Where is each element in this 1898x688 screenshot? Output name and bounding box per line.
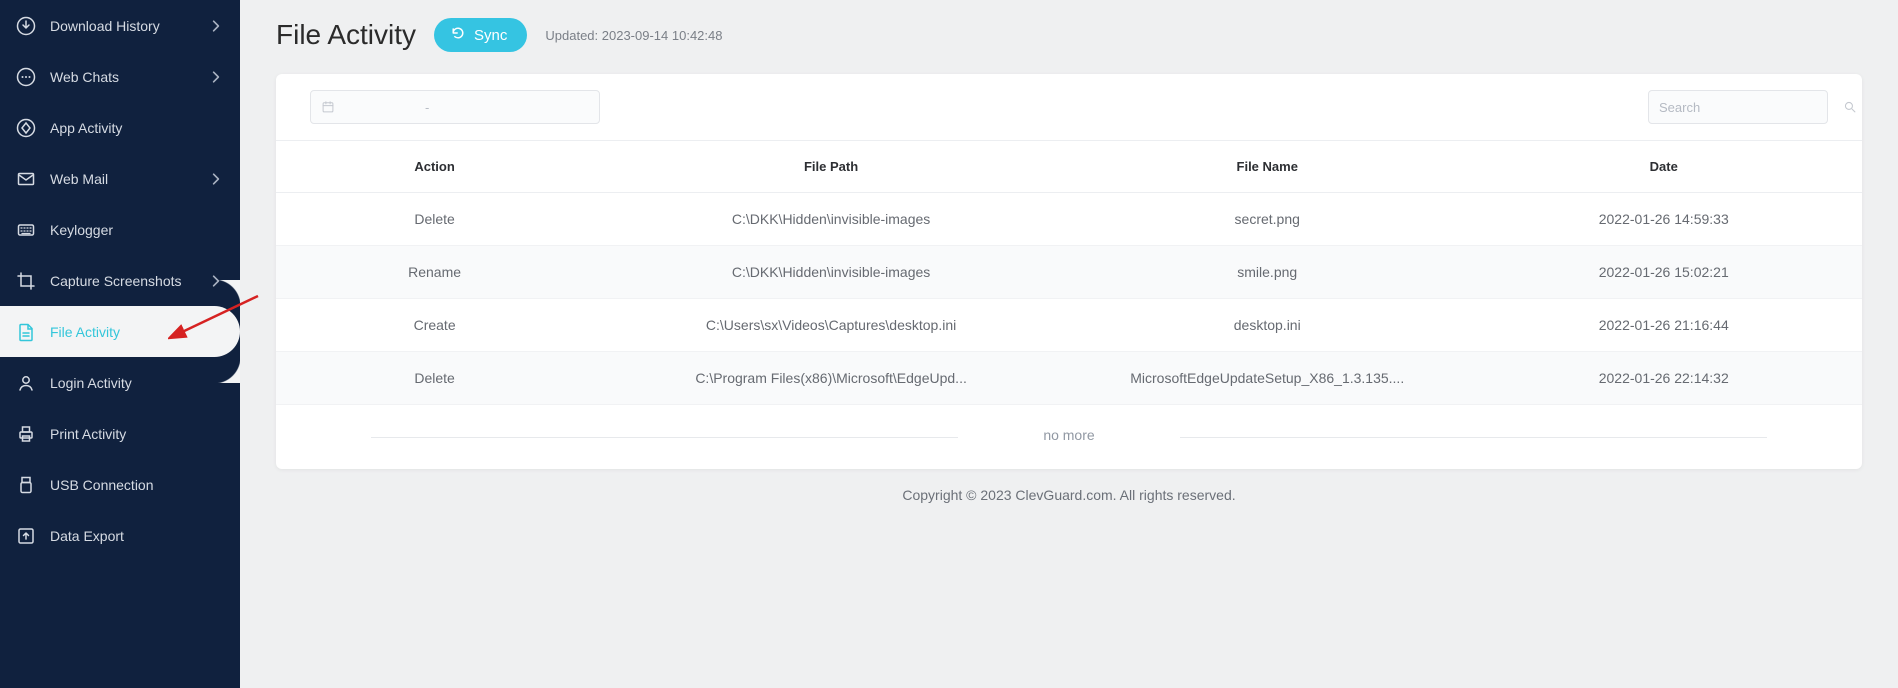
sidebar-item-web-mail[interactable]: Web Mail bbox=[0, 153, 240, 204]
cell-filepath: C:\DKK\Hidden\invisible-images bbox=[593, 193, 1069, 246]
sidebar-item-data-export[interactable]: Data Export bbox=[0, 510, 240, 561]
cell-action: Delete bbox=[276, 193, 593, 246]
card-toolbar: - bbox=[276, 74, 1862, 140]
sidebar-item-label: Login Activity bbox=[50, 375, 224, 391]
cell-filename: MicrosoftEdgeUpdateSetup_X86_1.3.135.... bbox=[1069, 352, 1466, 405]
sidebar-item-web-chats[interactable]: Web Chats bbox=[0, 51, 240, 102]
cell-filename: secret.png bbox=[1069, 193, 1466, 246]
sidebar-item-login-activity[interactable]: Login Activity bbox=[0, 357, 240, 408]
sidebar-item-print-activity[interactable]: Print Activity bbox=[0, 408, 240, 459]
sync-button[interactable]: Sync bbox=[434, 18, 527, 52]
cell-action: Rename bbox=[276, 246, 593, 299]
cell-action: Create bbox=[276, 299, 593, 352]
cell-filename: smile.png bbox=[1069, 246, 1466, 299]
sidebar-item-label: App Activity bbox=[50, 120, 224, 136]
col-filepath: File Path bbox=[593, 141, 1069, 193]
refresh-icon bbox=[450, 25, 466, 45]
chevron-right-icon bbox=[208, 69, 224, 85]
sidebar-item-label: USB Connection bbox=[50, 477, 224, 493]
col-filename: File Name bbox=[1069, 141, 1466, 193]
sidebar-item-usb-connection[interactable]: USB Connection bbox=[0, 459, 240, 510]
file-icon bbox=[16, 322, 36, 342]
search-input[interactable] bbox=[1659, 100, 1835, 115]
table-row[interactable]: Delete C:\DKK\Hidden\invisible-images se… bbox=[276, 193, 1862, 246]
cell-date: 2022-01-26 15:02:21 bbox=[1465, 246, 1862, 299]
sync-button-label: Sync bbox=[474, 27, 507, 44]
cell-action: Delete bbox=[276, 352, 593, 405]
date-range-value: - bbox=[425, 100, 429, 115]
search-icon bbox=[1843, 100, 1857, 114]
sidebar-item-label: Download History bbox=[50, 18, 194, 34]
date-range-input[interactable]: - bbox=[310, 90, 600, 124]
page-title: File Activity bbox=[276, 19, 416, 51]
chevron-right-icon bbox=[208, 171, 224, 187]
cell-filepath: C:\Program Files(x86)\Microsoft\EdgeUpd.… bbox=[593, 352, 1069, 405]
updated-label: Updated: 2023-09-14 10:42:48 bbox=[545, 28, 722, 43]
sidebar-item-label: File Activity bbox=[50, 324, 224, 340]
sidebar-item-download-history[interactable]: Download History bbox=[0, 0, 240, 51]
cell-date: 2022-01-26 14:59:33 bbox=[1465, 193, 1862, 246]
printer-icon bbox=[16, 424, 36, 444]
sidebar-item-capture-screenshots[interactable]: Capture Screenshots bbox=[0, 255, 240, 306]
col-action: Action bbox=[276, 141, 593, 193]
no-more-label: no more bbox=[276, 405, 1862, 469]
file-activity-table: Action File Path File Name Date Delete C… bbox=[276, 140, 1862, 405]
sidebar-item-label: Web Chats bbox=[50, 69, 194, 85]
search-box[interactable] bbox=[1648, 90, 1828, 124]
footer-copyright: Copyright © 2023 ClevGuard.com. All righ… bbox=[276, 469, 1862, 503]
usb-icon bbox=[16, 475, 36, 495]
crop-icon bbox=[16, 271, 36, 291]
table-header-row: Action File Path File Name Date bbox=[276, 141, 1862, 193]
chevron-right-icon bbox=[208, 18, 224, 34]
sidebar-item-keylogger[interactable]: Keylogger bbox=[0, 204, 240, 255]
cell-filename: desktop.ini bbox=[1069, 299, 1466, 352]
cell-filepath: C:\DKK\Hidden\invisible-images bbox=[593, 246, 1069, 299]
sidebar-item-file-activity[interactable]: File Activity bbox=[0, 306, 240, 357]
export-icon bbox=[16, 526, 36, 546]
sidebar-item-app-activity[interactable]: App Activity bbox=[0, 102, 240, 153]
keyboard-icon bbox=[16, 220, 36, 240]
calendar-icon bbox=[321, 100, 335, 114]
sidebar-item-label: Keylogger bbox=[50, 222, 224, 238]
mail-icon bbox=[16, 169, 36, 189]
sidebar-item-label: Print Activity bbox=[50, 426, 224, 442]
sidebar: Download History Web Chats App Activity … bbox=[0, 0, 240, 688]
app-icon bbox=[16, 118, 36, 138]
activity-card: - Action File Path File Name Date bbox=[276, 74, 1862, 469]
cell-date: 2022-01-26 21:16:44 bbox=[1465, 299, 1862, 352]
main-content: File Activity Sync Updated: 2023-09-14 1… bbox=[240, 0, 1898, 688]
table-row[interactable]: Delete C:\Program Files(x86)\Microsoft\E… bbox=[276, 352, 1862, 405]
sidebar-item-label: Web Mail bbox=[50, 171, 194, 187]
col-date: Date bbox=[1465, 141, 1862, 193]
table-row[interactable]: Rename C:\DKK\Hidden\invisible-images sm… bbox=[276, 246, 1862, 299]
cell-filepath: C:\Users\sx\Videos\Captures\desktop.ini bbox=[593, 299, 1069, 352]
sidebar-item-label: Capture Screenshots bbox=[50, 273, 194, 289]
download-icon bbox=[16, 16, 36, 36]
sidebar-item-label: Data Export bbox=[50, 528, 224, 544]
page-header: File Activity Sync Updated: 2023-09-14 1… bbox=[276, 18, 1862, 52]
table-row[interactable]: Create C:\Users\sx\Videos\Captures\deskt… bbox=[276, 299, 1862, 352]
chat-icon bbox=[16, 67, 36, 87]
user-icon bbox=[16, 373, 36, 393]
chevron-right-icon bbox=[208, 273, 224, 289]
cell-date: 2022-01-26 22:14:32 bbox=[1465, 352, 1862, 405]
